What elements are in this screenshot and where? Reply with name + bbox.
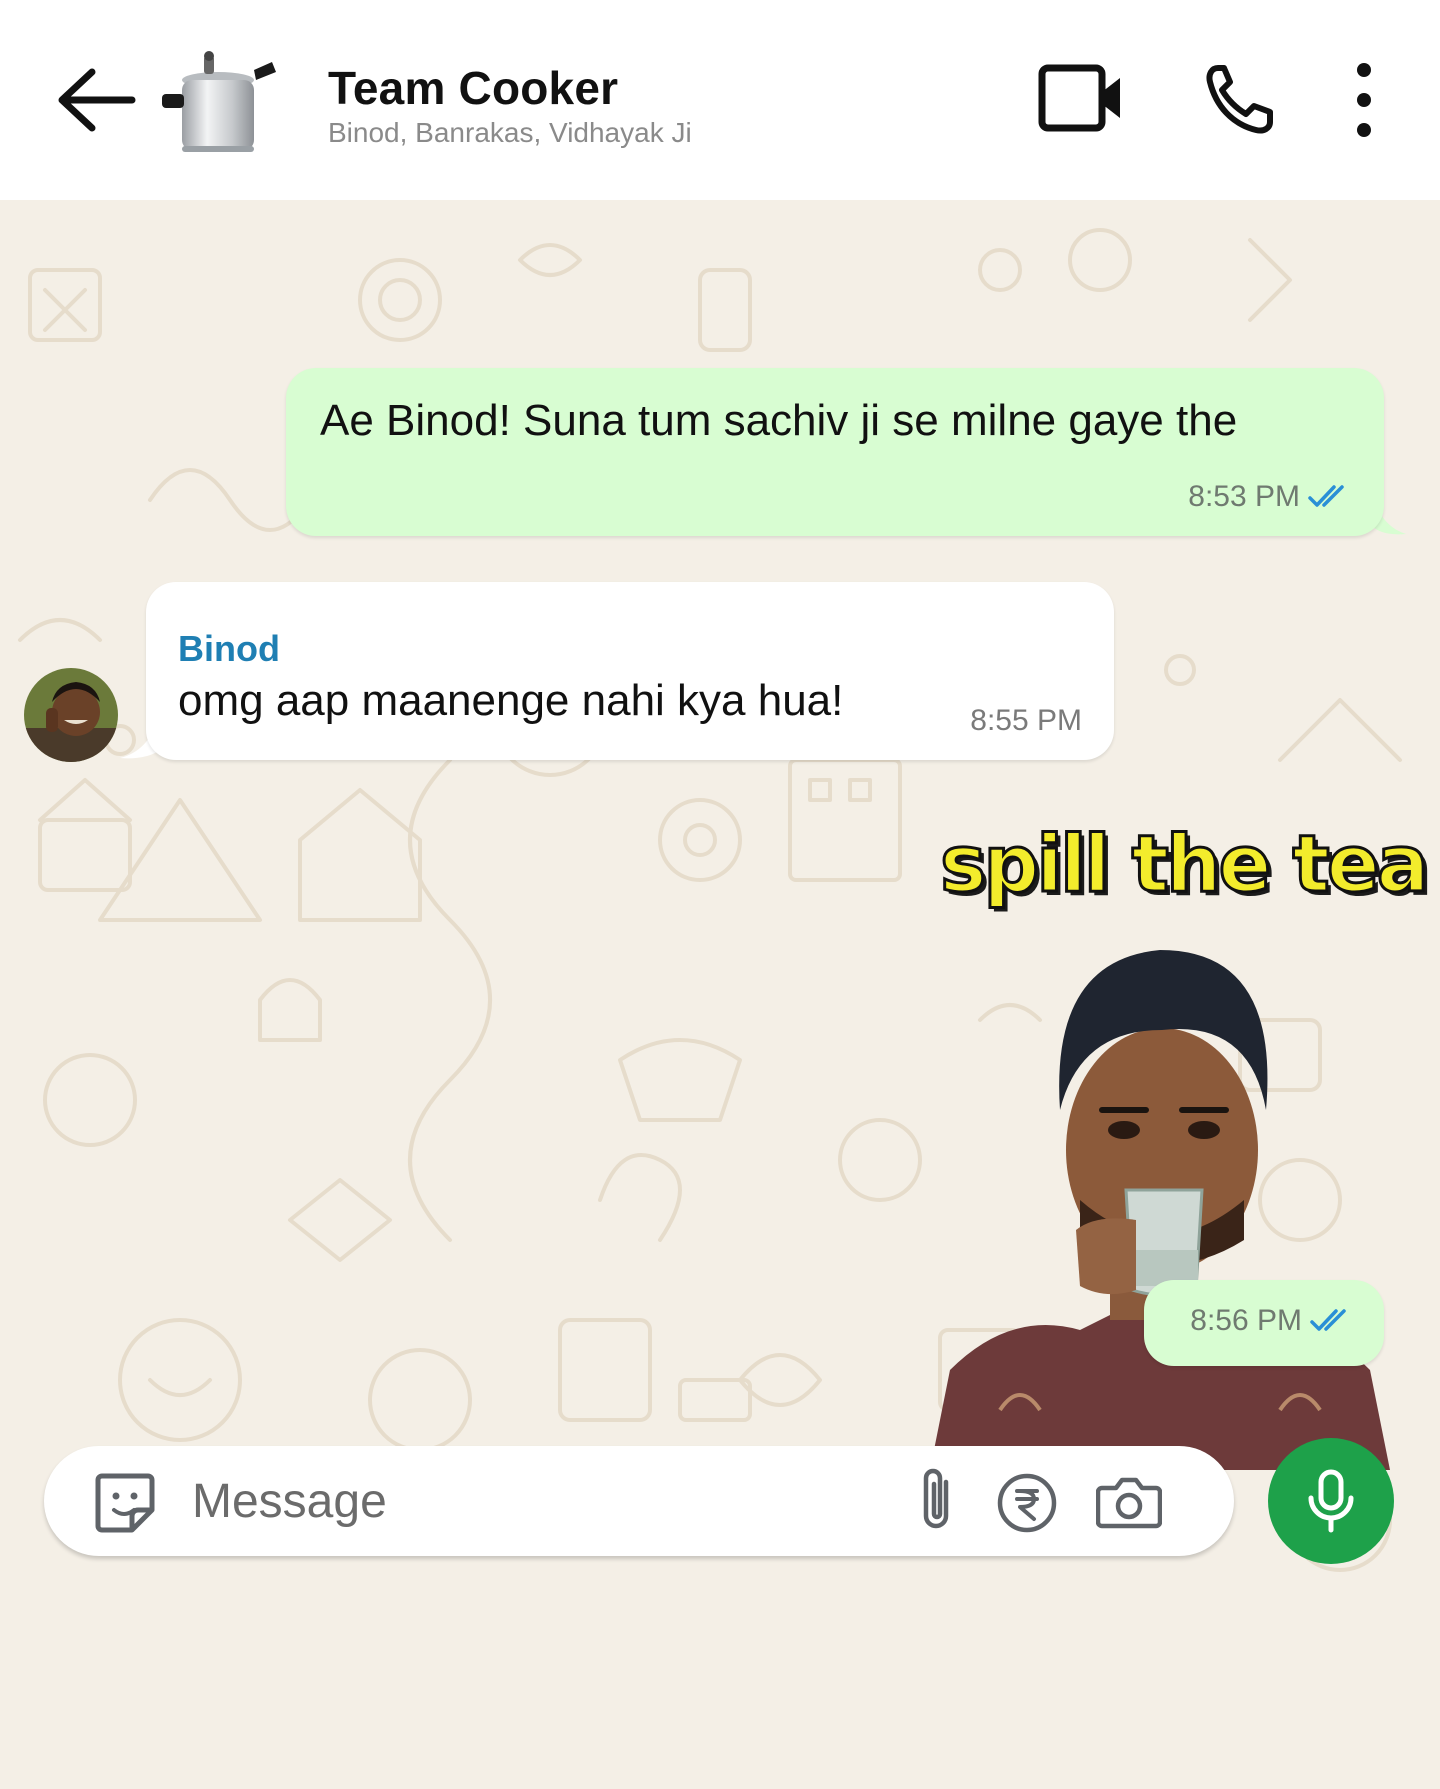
microphone-icon [1308, 1469, 1354, 1533]
phone-icon[interactable] [1204, 62, 1274, 136]
incoming-message[interactable]: Binod omg aap maanenge nahi kya hua! 8:5… [146, 582, 1114, 760]
sender-name[interactable]: Binod [178, 628, 280, 670]
camera-icon[interactable] [1096, 1472, 1162, 1532]
message-meta: 8:55 PM [970, 704, 1082, 738]
outgoing-message[interactable]: Ae Binod! Suna tum sachiv ji se milne ga… [286, 368, 1384, 536]
message-composer [44, 1446, 1234, 1556]
message-text: Ae Binod! Suna tum sachiv ji se milne ga… [320, 396, 1238, 445]
video-camera-icon[interactable] [1038, 62, 1124, 136]
sticker-caption: spill the tea [938, 819, 1430, 912]
microphone-button[interactable] [1268, 1438, 1394, 1564]
group-avatar[interactable] [160, 50, 280, 160]
chat-header: Team Cooker Binod, Banrakas, Vidhayak Ji [0, 0, 1440, 200]
message-input[interactable] [192, 1468, 932, 1534]
read-ticks-icon [1310, 1309, 1346, 1331]
more-vertical-icon[interactable] [1342, 60, 1386, 140]
group-members: Binod, Banrakas, Vidhayak Ji [328, 117, 692, 148]
sender-avatar[interactable] [24, 668, 118, 762]
outgoing-message-meta[interactable]: 8:56 PM [1144, 1280, 1384, 1366]
group-title[interactable]: Team Cooker [328, 60, 692, 116]
rupee-icon[interactable] [996, 1472, 1058, 1534]
read-ticks-icon [1308, 485, 1344, 507]
message-time: 8:56 PM [1190, 1304, 1302, 1337]
message-time: 8:53 PM [1188, 480, 1300, 513]
message-time: 8:55 PM [970, 704, 1082, 737]
message-meta: 8:56 PM [1190, 1304, 1354, 1338]
paperclip-icon[interactable] [916, 1468, 958, 1534]
message-text: omg aap maanenge nahi kya hua! [178, 676, 844, 725]
chat-area[interactable]: Ae Binod! Suna tum sachiv ji se milne ga… [0, 200, 1440, 1789]
back-arrow-icon[interactable] [52, 60, 136, 140]
sticker-icon[interactable] [94, 1472, 156, 1534]
message-meta: 8:53 PM [1188, 480, 1352, 514]
